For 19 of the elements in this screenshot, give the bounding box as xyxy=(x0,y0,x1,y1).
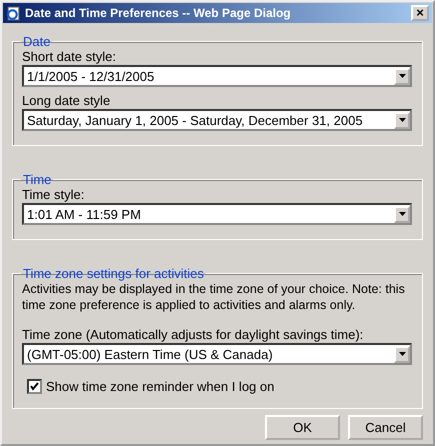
group-legend: Date xyxy=(21,34,52,49)
window-title: Date and Time Preferences -- Web Page Dialog xyxy=(25,6,292,20)
field-label: Long date style xyxy=(22,93,112,108)
checkbox[interactable] xyxy=(27,379,42,394)
field-label: Short date style: xyxy=(22,49,117,64)
close-button[interactable]: × xyxy=(411,5,429,21)
checkbox-label: Show time zone reminder when I log on xyxy=(46,379,274,394)
dropdown[interactable]: 1/1/2005 - 12/31/2005 xyxy=(22,65,412,87)
page-icon xyxy=(6,6,21,20)
dropdown[interactable]: 1:01 AM - 11:59 PM xyxy=(22,203,412,225)
dialog-button[interactable]: OK xyxy=(265,415,340,440)
field-label: Time style: xyxy=(22,187,86,202)
note-text: Activities may be displayed in the time zone of your choice. Note: this time zone preference is applied to activities and alarms only. xyxy=(22,281,406,313)
group-legend: Time zone settings for activities xyxy=(21,266,206,281)
group-legend: Time xyxy=(21,172,54,187)
dialog-button[interactable]: Cancel xyxy=(348,415,423,440)
dropdown[interactable]: Saturday, January 1, 2005 - Saturday, December 31, 2005 xyxy=(22,109,412,131)
field-label: Time zone (Automatically adjusts for daylight savings time): xyxy=(22,327,364,342)
dropdown[interactable]: (GMT-05:00) Eastern Time (US & Canada) xyxy=(22,343,412,365)
